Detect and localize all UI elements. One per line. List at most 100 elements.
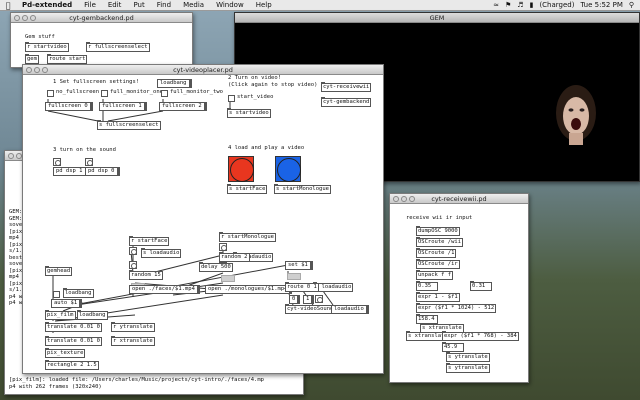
auto-message[interactable]: auto $1: [51, 299, 83, 308]
translate-object[interactable]: translate 0.01 0: [45, 336, 102, 346]
dsp-on-bang[interactable]: [53, 158, 61, 166]
pd-object[interactable]: r fullscreenselect: [86, 42, 150, 52]
cyt-videosound-object[interactable]: cyt-videoSound: [285, 304, 336, 314]
number-box[interactable]: [221, 275, 235, 282]
loadbang-object[interactable]: loadbang: [157, 79, 192, 88]
pd-object[interactable]: expr ($f1 * 1024) - 512: [416, 303, 497, 313]
zero-message[interactable]: 0: [289, 295, 301, 304]
r-xtranslate-object[interactable]: r xtranslate: [111, 336, 155, 346]
route-object[interactable]: route 0 1: [285, 282, 319, 292]
menu-media[interactable]: Media: [177, 1, 210, 9]
gemhead-object[interactable]: gemhead: [45, 266, 73, 276]
pd-dsp-1-message[interactable]: pd dsp 1: [53, 167, 88, 176]
pd-object[interactable]: expr ($f1 * 768) - 384: [442, 331, 519, 341]
random-2-object[interactable]: random 2: [219, 252, 250, 262]
comment: Gem stuff: [25, 34, 55, 40]
cyt-receivewii-object[interactable]: cyt-receivewii: [321, 82, 372, 92]
pd-object[interactable]: route start: [47, 54, 88, 64]
pd-object[interactable]: gem: [25, 54, 39, 64]
loadbang-object[interactable]: loadbang: [77, 310, 108, 320]
pd-dsp-0-message[interactable]: pd dsp 0: [85, 167, 120, 176]
menu-app[interactable]: Pd-extended: [16, 1, 78, 9]
r-ytranslate-object[interactable]: r ytranslate: [111, 322, 155, 332]
gembackend-titlebar[interactable]: cyt-gembackend.pd: [11, 13, 192, 23]
s-loadaudio-object[interactable]: s loadaudio: [141, 248, 182, 258]
translate-object[interactable]: translate 0.01 0: [45, 322, 102, 332]
window-title: cyt-gembackend.pd: [69, 14, 134, 22]
pd-object[interactable]: unpack f f: [416, 270, 454, 280]
toggle-label: full_monitor_two: [170, 89, 223, 95]
pix-texture-object[interactable]: pix_texture: [45, 348, 86, 358]
number-box[interactable]: 0.31: [470, 281, 492, 291]
r-loadaudio-object[interactable]: r loadaudio: [313, 282, 354, 292]
r-startface-object[interactable]: r startFace: [129, 236, 170, 246]
menu-edit[interactable]: Edit: [102, 1, 128, 9]
delay-500-object[interactable]: delay 500: [199, 262, 233, 272]
pd-object[interactable]: s ytranslate: [446, 352, 490, 362]
menu-bar:  Pd-extended File Edit Put Find Media W…: [0, 0, 640, 11]
volume-icon[interactable]: ♬: [517, 1, 523, 9]
bang[interactable]: [315, 295, 323, 303]
monologue-bang[interactable]: [275, 156, 301, 182]
no-fullscreen-toggle[interactable]: [47, 90, 54, 97]
pd-object[interactable]: OSCroute /1: [416, 248, 457, 258]
s-startmonologue-object[interactable]: s startMonologue: [274, 184, 331, 194]
menu-help[interactable]: Help: [250, 1, 278, 9]
fullscreen-2-message[interactable]: fullscreen 2: [159, 102, 207, 111]
fullmonitor-two-toggle[interactable]: [161, 90, 168, 97]
zoom-icon[interactable]: [409, 196, 415, 202]
pd-object[interactable]: dumpOSC 9000: [416, 226, 460, 236]
flag-icon[interactable]: ⚑: [505, 1, 511, 9]
menu-put[interactable]: Put: [127, 1, 150, 9]
loadaudio-message[interactable]: loadaudio: [331, 305, 369, 314]
r-startmonologue-object[interactable]: r startMonologue: [219, 232, 276, 242]
battery-status[interactable]: (Charged): [539, 1, 574, 9]
minimize-icon[interactable]: [22, 15, 28, 21]
s-startface-object[interactable]: s startFace: [227, 184, 268, 194]
pix-film-object[interactable]: pix_film: [45, 310, 76, 320]
close-icon[interactable]: [393, 196, 399, 202]
dsp-off-bang[interactable]: [85, 158, 93, 166]
bang[interactable]: [219, 243, 227, 251]
apple-menu-icon[interactable]: : [0, 1, 16, 10]
minimize-icon[interactable]: [401, 196, 407, 202]
spotlight-icon[interactable]: ⚲: [629, 1, 634, 9]
pd-object[interactable]: s ytranslate: [446, 363, 490, 373]
clock[interactable]: Tue 5:52 PM: [580, 1, 622, 9]
battery-icon[interactable]: ▮: [530, 1, 534, 9]
menu-file[interactable]: File: [78, 1, 102, 9]
close-icon[interactable]: [14, 15, 20, 21]
number-box[interactable]: 45.9: [442, 342, 464, 352]
s-fullscreenselect-object[interactable]: s fullscreenselect: [97, 120, 161, 130]
open-monologues-message[interactable]: open ./monologues/$1.mp4: [205, 285, 293, 294]
one-message[interactable]: 1: [303, 295, 315, 304]
open-faces-message[interactable]: open ./faces/$1.mp4: [129, 285, 200, 294]
number-box[interactable]: [287, 273, 301, 280]
fullscreen-0-message[interactable]: fullscreen 0: [45, 102, 93, 111]
pd-object[interactable]: r startvideo: [25, 42, 69, 52]
pd-object[interactable]: OSCroute /ir: [416, 259, 460, 269]
cyt-gembackend-object[interactable]: cyt-gembackend: [321, 97, 372, 107]
bang[interactable]: [129, 261, 137, 269]
wifi-icon[interactable]: ≈: [493, 1, 499, 9]
gem-titlebar[interactable]: GEM: [235, 13, 639, 23]
menu-find[interactable]: Find: [151, 1, 177, 9]
face-bang[interactable]: [228, 156, 254, 182]
number-box[interactable]: 0.35: [416, 281, 438, 291]
set-message[interactable]: set $1: [285, 261, 313, 270]
menu-window[interactable]: Window: [210, 1, 250, 9]
fullscreen-1-message[interactable]: fullscreen 1: [99, 102, 147, 111]
receivewii-titlebar[interactable]: cyt-receivewii.pd: [390, 194, 528, 204]
fullmonitor-one-toggle[interactable]: [101, 90, 108, 97]
s-startvideo-object[interactable]: s startvideo: [227, 108, 271, 118]
auto-toggle[interactable]: [53, 291, 60, 298]
zoom-icon[interactable]: [30, 15, 36, 21]
pd-object[interactable]: OSCroute /wii: [416, 237, 464, 247]
loadbang-object[interactable]: loadbang: [63, 288, 94, 298]
start-video-toggle[interactable]: [228, 95, 235, 102]
pd-object[interactable]: expr 1 - $f1: [416, 292, 460, 302]
close-icon[interactable]: [8, 153, 14, 159]
bang[interactable]: [129, 247, 137, 255]
random-15-object[interactable]: random 15: [129, 270, 163, 280]
rectangle-object[interactable]: rectangle 2 1.5: [45, 360, 99, 370]
